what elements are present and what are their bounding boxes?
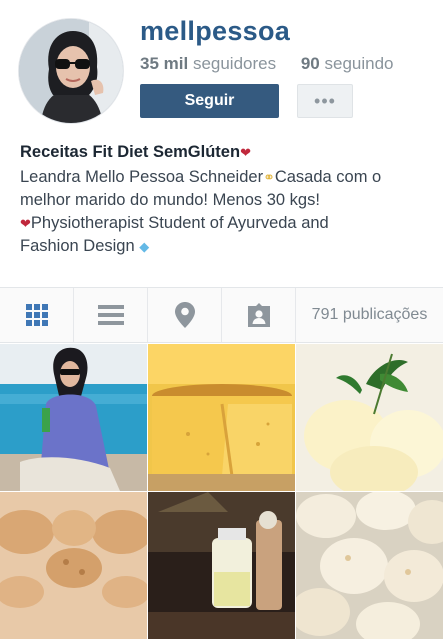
following-label: seguindo xyxy=(324,54,394,73)
post-cake-photo[interactable] xyxy=(148,344,295,491)
post-cookies-photo[interactable] xyxy=(0,492,147,639)
bio-married: Casada com o xyxy=(274,168,382,186)
post-pool-photo[interactable] xyxy=(0,344,147,491)
heart-icon: ❤ xyxy=(20,216,31,231)
followers-stat[interactable]: 35 mil seguidores xyxy=(140,54,276,73)
following-count: 90 xyxy=(300,54,320,73)
post-ice-cream-photo[interactable] xyxy=(296,344,443,491)
followers-label: seguidores xyxy=(192,54,277,73)
location-pin-icon xyxy=(174,302,195,328)
tagged-person-icon xyxy=(247,303,270,327)
post-drinks-photo[interactable] xyxy=(148,492,295,639)
profile-username: mellpessoa xyxy=(140,16,291,46)
followers-count: 35 mil xyxy=(140,54,189,73)
posts-count: 791 publicações xyxy=(311,306,428,323)
bio-line-3: ❤Physiotherapist Student of Ayurveda and xyxy=(20,212,430,235)
bio-line-2: melhor marido do mundo! Menos 30 kgs! xyxy=(20,191,320,209)
profile-tabs: 791 publicações xyxy=(0,287,443,343)
list-icon xyxy=(97,305,124,325)
profile-header: mellpessoa 35 mil seguidores 90 seguindo… xyxy=(0,0,443,130)
ring-icon: ⚭ xyxy=(263,169,275,185)
bio-title-line: Receitas Fit Diet SemGlúten❤ xyxy=(20,143,430,162)
bio-line-1: Leandra Mello Pessoa Schneider⚭Casada co… xyxy=(20,166,430,189)
follow-button[interactable]: Seguir xyxy=(140,84,279,118)
profile-bio: Receitas Fit Diet SemGlúten❤ Leandra Mel… xyxy=(20,143,430,258)
tab-location-view[interactable] xyxy=(148,288,222,342)
bio-title: Receitas Fit Diet SemGlúten xyxy=(20,143,241,161)
profile-stats: 35 mil seguidores 90 seguindo xyxy=(140,54,394,74)
tab-tagged-view[interactable] xyxy=(222,288,296,342)
bio-name: Leandra Mello Pessoa Schneider xyxy=(20,168,264,186)
posts-grid xyxy=(0,344,443,639)
grid-icon xyxy=(25,304,48,326)
more-options-button[interactable]: ••• xyxy=(297,84,353,118)
bio-fashion: Fashion Design xyxy=(20,237,135,255)
bio-line-4: Fashion Design ◆ xyxy=(20,235,430,258)
profile-avatar[interactable] xyxy=(18,18,124,124)
heart-icon: ❤ xyxy=(240,145,251,160)
bio-physio: Physiotherapist Student of Ayurveda and xyxy=(30,214,329,232)
tab-list-view[interactable] xyxy=(74,288,148,342)
following-stat[interactable]: 90 seguindo xyxy=(301,54,394,73)
diamond-icon: ◆ xyxy=(139,239,150,254)
post-bread-rolls-photo[interactable] xyxy=(296,492,443,639)
tab-grid-view[interactable] xyxy=(0,288,74,342)
